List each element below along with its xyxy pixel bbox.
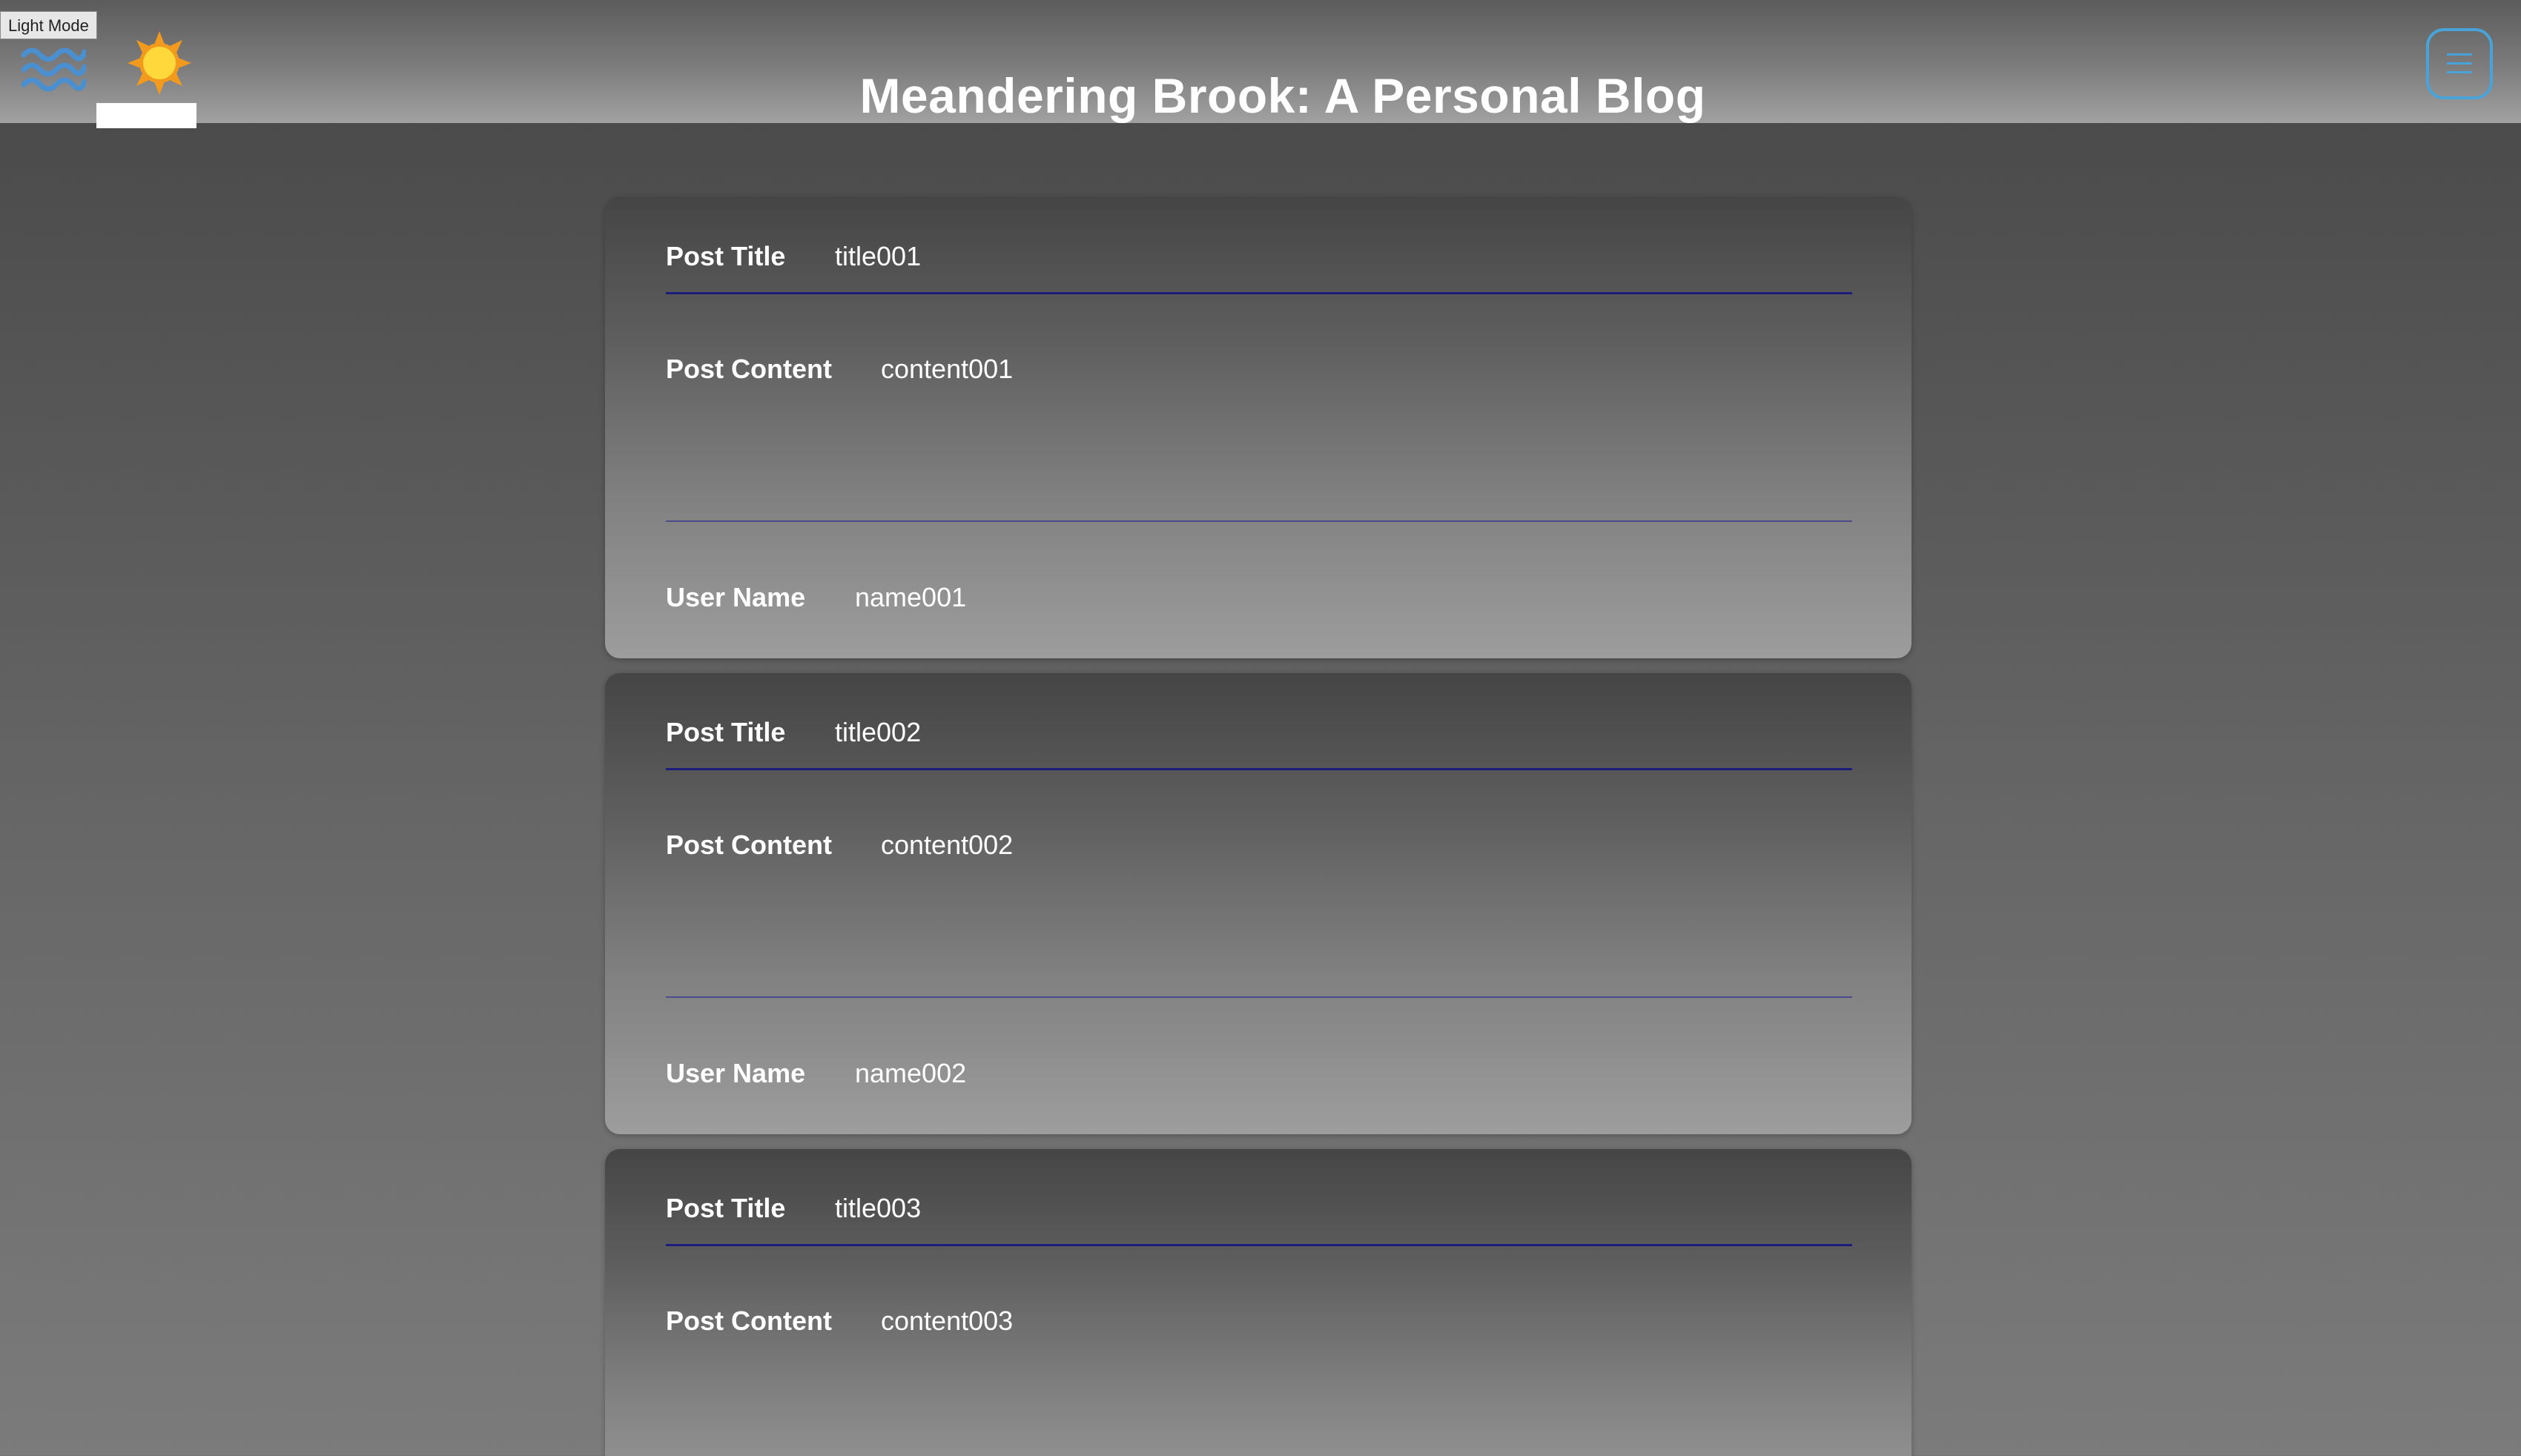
title-divider [666,292,1852,294]
page-title: Meandering Brook: A Personal Blog [859,68,1706,123]
menu-button[interactable] [2426,28,2493,99]
post-content-value: content001 [881,354,1014,384]
hamburger-icon [2447,53,2472,73]
post-card: Post Title title003 Post Content content… [605,1149,1912,1456]
post-title-label: Post Title [666,241,786,271]
content-divider [666,996,1852,998]
post-card: Post Title title001 Post Content content… [605,197,1912,658]
post-title-value: title003 [835,1193,922,1223]
post-content-label: Post Content [666,354,832,384]
post-content-label: Post Content [666,830,832,860]
user-name-value: name001 [855,582,967,612]
title-divider [666,768,1852,770]
post-title-value: title001 [835,241,922,271]
mode-tooltip: Light Mode [0,11,97,39]
content-divider [666,520,1852,522]
post-content-value: content003 [881,1306,1014,1336]
post-content-label: Post Content [666,1306,832,1336]
title-divider [666,1244,1852,1246]
post-title-value: title002 [835,717,922,747]
post-content-value: content002 [881,830,1014,860]
post-title-label: Post Title [666,1193,786,1223]
post-title-label: Post Title [666,717,786,747]
user-name-label: User Name [666,582,806,612]
post-card: Post Title title002 Post Content content… [605,673,1912,1134]
site-header: Light Mode Meandering Brook: A Personal … [0,0,2521,128]
user-name-value: name002 [855,1058,967,1088]
user-name-label: User Name [666,1058,806,1088]
